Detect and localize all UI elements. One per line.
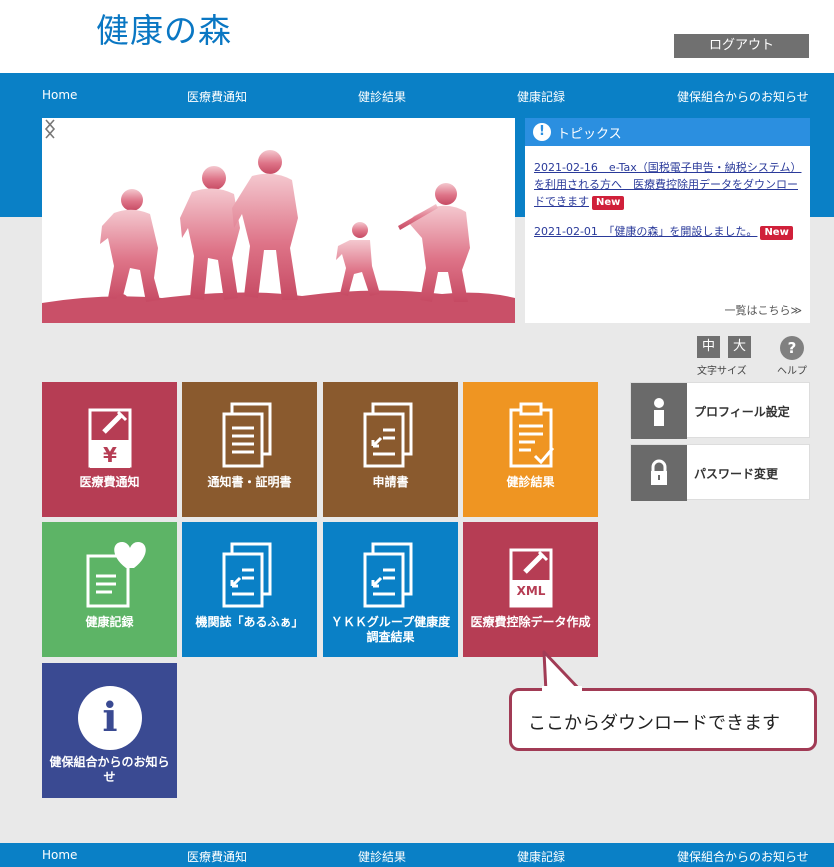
logout-button[interactable]: ログアウト bbox=[674, 34, 809, 58]
topics-more-link[interactable]: 一覧はこちら≫ bbox=[724, 302, 802, 318]
checklist-icon bbox=[509, 402, 555, 468]
help-icon[interactable]: ? bbox=[780, 336, 804, 360]
footer-nav-home[interactable]: Home bbox=[42, 848, 77, 862]
password-change-label: パスワード変更 bbox=[694, 467, 779, 481]
tile-label: 健康記録 bbox=[85, 615, 134, 629]
tile-health-records[interactable]: 健康記録 bbox=[42, 522, 177, 657]
xml-badge: XML bbox=[516, 584, 546, 598]
nav-health-records[interactable]: 健康記録 bbox=[517, 88, 565, 105]
topics-panel: ! トピックス 2021-02-16 e-Tax（国税電子申告・納税システム）を… bbox=[525, 118, 810, 323]
application-icon bbox=[363, 402, 413, 468]
topic-item: 2021-02-16 e-Tax（国税電子申告・納税システム）を利用される方へ … bbox=[534, 159, 808, 210]
tile-label: ＹＫＫグループ健康度調査結果 bbox=[330, 615, 451, 644]
topics-header: ! トピックス bbox=[525, 118, 810, 146]
tile-label: 申請書 bbox=[372, 475, 409, 489]
footer-nav-union-news[interactable]: 健保組合からのお知らせ bbox=[677, 848, 809, 865]
nav-medical-notice[interactable]: 医療費通知 bbox=[187, 88, 247, 105]
nav-union-news[interactable]: 健保組合からのお知らせ bbox=[677, 88, 809, 105]
tile-application[interactable]: 申請書 bbox=[323, 382, 458, 517]
profile-settings-button[interactable]: プロフィール設定 bbox=[630, 382, 810, 439]
tile-medical-notice[interactable]: ¥ 医療費通知 bbox=[42, 382, 177, 517]
lock-icon bbox=[631, 445, 687, 501]
font-size-label: 文字サイズ bbox=[697, 366, 747, 377]
tile-magazine[interactable]: 機関誌「あるふぁ」 bbox=[182, 522, 317, 657]
footer-nav-medical-notice[interactable]: 医療費通知 bbox=[187, 848, 247, 865]
documents-icon bbox=[222, 402, 272, 468]
topics-title: トピックス bbox=[557, 126, 622, 142]
topic-item: 2021-02-01 「健康の森」を開設しました。 New bbox=[534, 223, 808, 240]
tile-medical-deduction-data[interactable]: XML 医療費控除データ作成 bbox=[463, 522, 598, 657]
tile-label: 通知書・証明書 bbox=[207, 475, 292, 489]
callout-pointer-mask bbox=[542, 686, 582, 692]
nav-home[interactable]: Home bbox=[42, 88, 77, 102]
footer-nav-health-records[interactable]: 健康記録 bbox=[517, 848, 565, 865]
nav-checkup-results[interactable]: 健診結果 bbox=[358, 88, 406, 105]
tile-label: 健診結果 bbox=[506, 475, 555, 489]
tile-checkup-results[interactable]: 健診結果 bbox=[463, 382, 598, 517]
tile-label: 医療費控除データ作成 bbox=[470, 615, 591, 629]
sports-silhouette-image bbox=[42, 150, 515, 323]
svg-text:¥: ¥ bbox=[103, 443, 117, 467]
tile-union-news[interactable]: i 健保組合からのお知らせ bbox=[42, 663, 177, 798]
exclamation-icon: ! bbox=[533, 123, 551, 141]
info-letter: i bbox=[102, 694, 118, 741]
yen-syringe-icon: ¥ bbox=[88, 408, 132, 468]
bottom-nav: Home 医療費通知 健診結果 健康記録 健保組合からのお知らせ bbox=[0, 843, 834, 867]
top-nav: Home 医療費通知 健診結果 健康記録 健保組合からのお知らせ bbox=[0, 73, 834, 117]
topic-link[interactable]: 2021-02-16 e-Tax（国税電子申告・納税システム）を利用される方へ … bbox=[534, 161, 801, 208]
callout-text: ここからダウンロードできます bbox=[528, 713, 780, 734]
topic-link[interactable]: 2021-02-01 「健康の森」を開設しました。 bbox=[534, 225, 757, 238]
tile-survey[interactable]: ＹＫＫグループ健康度調査結果 bbox=[323, 522, 458, 657]
new-badge: New bbox=[592, 196, 625, 210]
magazine-icon bbox=[222, 542, 272, 608]
tile-label: 医療費通知 bbox=[79, 475, 140, 489]
font-size-medium-button[interactable]: 中 bbox=[697, 336, 720, 358]
download-callout: ここからダウンロードできます bbox=[509, 688, 817, 751]
footer-nav-checkup-results[interactable]: 健診結果 bbox=[358, 848, 406, 865]
tile-label: 機関誌「あるふぁ」 bbox=[195, 615, 304, 629]
heart-note-icon bbox=[86, 542, 146, 608]
profile-settings-label: プロフィール設定 bbox=[694, 405, 790, 419]
font-size-large-button[interactable]: 大 bbox=[728, 336, 751, 358]
password-change-button[interactable]: パスワード変更 bbox=[630, 444, 810, 501]
carousel-next-icon[interactable] bbox=[42, 118, 58, 140]
tile-documents[interactable]: 通知書・証明書 bbox=[182, 382, 317, 517]
new-badge: New bbox=[760, 226, 793, 240]
site-logo[interactable]: 健康の森 bbox=[96, 4, 232, 52]
person-icon bbox=[631, 383, 687, 439]
tile-label: 健保組合からのお知らせ bbox=[49, 755, 170, 784]
header: 健康の森 ログアウト bbox=[0, 0, 834, 73]
help-label[interactable]: ヘルプ bbox=[777, 362, 807, 377]
banner-carousel[interactable] bbox=[42, 118, 515, 323]
